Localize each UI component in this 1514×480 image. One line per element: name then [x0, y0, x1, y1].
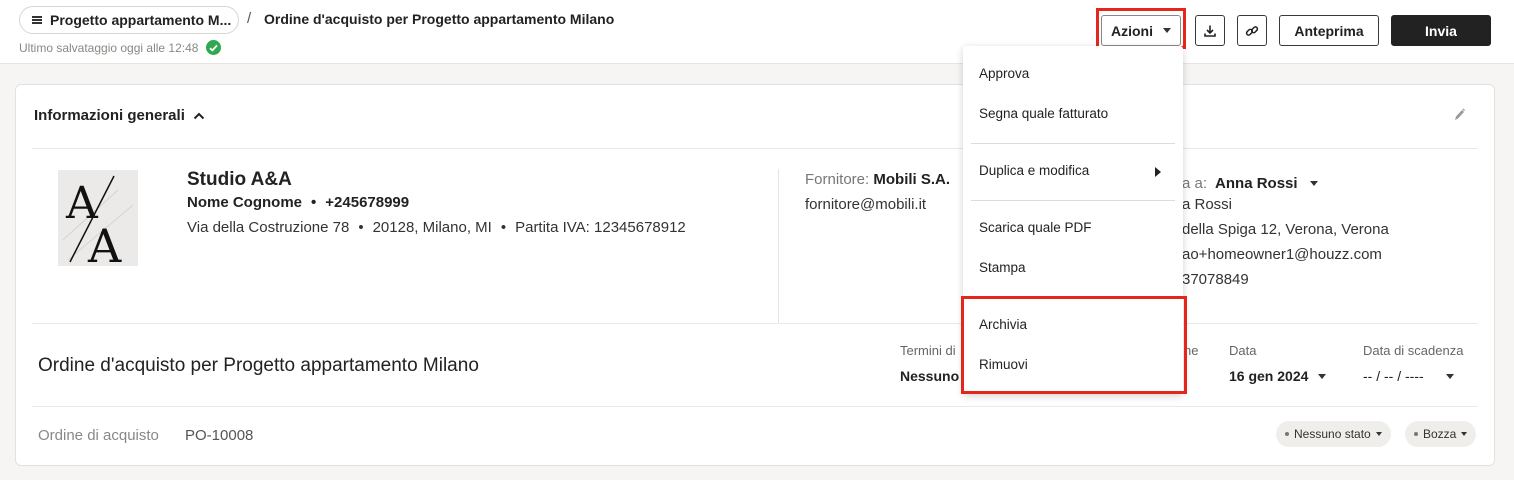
actions-button[interactable]: Azioni: [1101, 15, 1181, 46]
client-info: a a: Anna Rossi a Rossi della Spiga 12, …: [1182, 171, 1482, 296]
menu-divider: [971, 143, 1175, 144]
chevron-down-icon: [1318, 373, 1327, 379]
send-button[interactable]: Invia: [1391, 15, 1491, 46]
chevron-up-icon: [193, 112, 205, 119]
chevron-down-icon: [1309, 181, 1318, 186]
client-label: a a:: [1182, 175, 1208, 192]
address-city: 20128, Milano, MI: [372, 219, 492, 236]
menu-item-duplicate[interactable]: Duplica e modifica: [979, 163, 1089, 178]
order-title: Ordine d'acquisto per Progetto appartame…: [38, 355, 479, 376]
chevron-down-icon: [1461, 432, 1468, 436]
supplier-label: Fornitore:: [805, 171, 870, 188]
project-selector[interactable]: Progetto appartamento M...: [19, 6, 239, 34]
order-number-label: Ordine di acquisto: [38, 427, 159, 444]
download-button[interactable]: [1195, 15, 1225, 46]
terms-value[interactable]: Nessuno: [900, 368, 959, 384]
company-name: Studio A&A: [187, 169, 292, 190]
status-chip-label: Nessuno stato: [1294, 427, 1371, 441]
copy-link-button[interactable]: [1237, 15, 1267, 46]
link-icon: [1245, 25, 1259, 36]
menu-item-print[interactable]: Stampa: [979, 260, 1026, 275]
logo-letter-bottom: A: [87, 219, 122, 266]
address-street: Via della Costruzione 78: [187, 219, 350, 236]
client-name: Anna Rossi: [1215, 175, 1298, 192]
client-selector[interactable]: a a: Anna Rossi: [1182, 171, 1482, 196]
order-number-value: PO-10008: [185, 427, 254, 444]
client-line-4: 37078849: [1182, 271, 1249, 288]
hamburger-icon: [32, 16, 42, 24]
purchase-order-card: Informazioni generali A A Studio A&A Nom…: [15, 84, 1495, 466]
hidden-field-label: ne: [1184, 343, 1199, 358]
date-value: 16 gen 2024: [1229, 368, 1309, 384]
company-logo: A A: [58, 170, 138, 266]
download-icon: [1204, 25, 1216, 37]
divider: [32, 148, 1478, 149]
draft-chip-label: Bozza: [1423, 427, 1457, 441]
supplier-name: Mobili S.A.: [873, 171, 951, 188]
breadcrumb-separator: /: [247, 10, 252, 27]
page-title: Ordine d'acquisto per Progetto appartame…: [264, 11, 615, 27]
menu-item-download-pdf[interactable]: Scarica quale PDF: [979, 220, 1092, 235]
actions-label: Azioni: [1111, 22, 1153, 39]
menu-item-approve[interactable]: Approva: [979, 66, 1029, 81]
check-icon: [206, 40, 222, 55]
actions-menu: Approva Segna quale fatturato Duplica e …: [963, 46, 1183, 394]
company-address: Via della Costruzione 78 • 20128, Milano, …: [187, 219, 686, 236]
contact-phone: +245678999: [325, 194, 410, 211]
section-title: Informazioni generali: [34, 107, 185, 124]
pencil-icon[interactable]: [1452, 107, 1466, 123]
supplier-email: fornitore@mobili.it: [805, 196, 927, 213]
client-line-1: a Rossi: [1182, 196, 1233, 213]
chevron-right-icon: [1155, 167, 1161, 177]
top-bar: Progetto appartamento M... / Ordine d'ac…: [0, 0, 1514, 64]
save-status: Ultimo salvataggio oggi alle 12:48: [19, 40, 222, 55]
chevron-down-icon: [1375, 432, 1382, 436]
general-info-toggle[interactable]: Informazioni generali: [34, 107, 205, 124]
menu-divider: [971, 200, 1175, 201]
terms-label: Termini di: [900, 343, 956, 358]
due-date-selector[interactable]: -- / -- / ----: [1363, 368, 1454, 384]
client-line-2: della Spiga 12, Verona, Verona: [1182, 221, 1389, 238]
contact-name: Nome Cognome: [187, 194, 303, 211]
date-label: Data: [1229, 343, 1257, 358]
preview-button[interactable]: Anteprima: [1279, 15, 1379, 46]
supplier-selector[interactable]: Fornitore: Mobili S.A.: [805, 171, 950, 188]
client-line-3: ao+homeowner1@houzz.com: [1182, 246, 1382, 263]
status-badge[interactable]: Nessuno stato: [1276, 421, 1391, 447]
column-divider: [778, 169, 779, 323]
bullet-icon: [1414, 432, 1418, 436]
bullet-icon: [1285, 432, 1289, 436]
divider: [32, 406, 1478, 407]
project-label: Progetto appartamento M...: [50, 12, 232, 28]
date-selector[interactable]: 16 gen 2024: [1229, 368, 1327, 384]
chevron-down-icon: [1445, 373, 1454, 379]
menu-item-archive[interactable]: Archivia: [979, 317, 1027, 332]
company-contact: Nome Cognome • +245678999: [187, 194, 410, 211]
draft-badge[interactable]: Bozza: [1405, 421, 1477, 447]
divider: [32, 323, 1478, 324]
due-date-label: Data di scadenza: [1363, 343, 1464, 358]
save-status-text: Ultimo salvataggio oggi alle 12:48: [19, 40, 199, 55]
menu-item-mark-invoiced[interactable]: Segna quale fatturato: [979, 106, 1108, 121]
menu-item-remove[interactable]: Rimuovi: [979, 357, 1028, 372]
chevron-down-icon: [1163, 28, 1171, 33]
vat-number: Partita IVA: 12345678912: [515, 219, 686, 236]
due-date-value: -- / -- / ----: [1363, 368, 1424, 384]
menu-divider: [971, 297, 1175, 298]
